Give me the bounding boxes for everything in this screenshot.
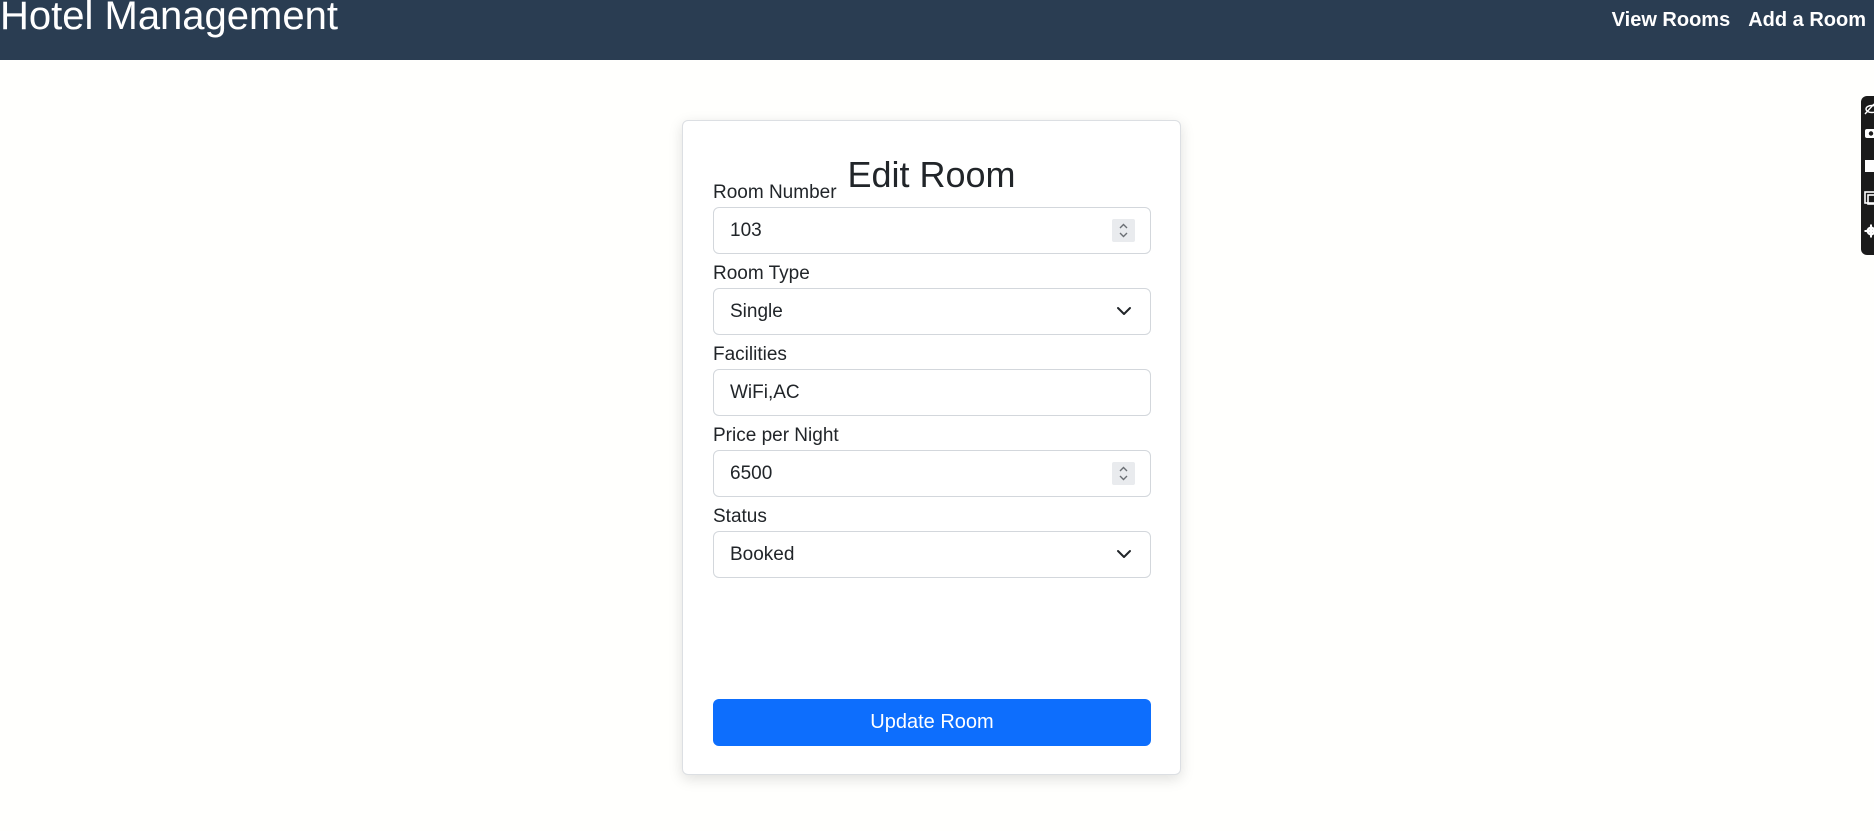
brand-title[interactable]: Hotel Management [0, 0, 338, 36]
edit-room-card: Edit Room Room Number 103 Room Type Sing… [682, 120, 1181, 775]
room-type-label: Room Type [713, 263, 810, 284]
square-icon[interactable] [1864, 159, 1874, 173]
copy-icon[interactable] [1864, 191, 1874, 205]
room-number-label: Room Number [713, 182, 837, 203]
spinner-arrows-icon [1119, 223, 1128, 238]
price-label: Price per Night [713, 425, 839, 446]
facilities-label: Facilities [713, 344, 787, 365]
status-label: Status [713, 506, 767, 527]
nav-link-view-rooms[interactable]: View Rooms [1612, 9, 1731, 31]
price-input[interactable]: 6500 [713, 450, 1151, 497]
camera-icon[interactable] [1864, 126, 1874, 140]
room-number-input[interactable]: 103 [713, 207, 1151, 254]
chevron-down-icon [1117, 307, 1131, 315]
chevron-down-icon [1117, 550, 1131, 558]
top-navbar: Hotel Management View Rooms Add a Room [0, 0, 1874, 60]
status-value: Booked [730, 544, 795, 565]
price-spinner[interactable] [1112, 462, 1135, 485]
eye-off-icon[interactable] [1864, 102, 1874, 116]
room-number-spinner[interactable] [1112, 219, 1135, 242]
room-number-value: 103 [730, 220, 762, 241]
nav-links: View Rooms Add a Room [1612, 9, 1866, 31]
update-room-button[interactable]: Update Room [713, 699, 1151, 746]
side-toolbar [1861, 96, 1874, 255]
room-type-value: Single [730, 301, 783, 322]
status-select[interactable]: Booked [713, 531, 1151, 578]
spinner-arrows-icon [1119, 466, 1128, 481]
nav-link-add-room[interactable]: Add a Room [1748, 9, 1866, 31]
gear-icon[interactable] [1864, 224, 1874, 238]
facilities-value: WiFi,AC [730, 382, 800, 403]
facilities-input[interactable]: WiFi,AC [713, 369, 1151, 416]
room-type-select[interactable]: Single [713, 288, 1151, 335]
price-value: 6500 [730, 463, 773, 484]
